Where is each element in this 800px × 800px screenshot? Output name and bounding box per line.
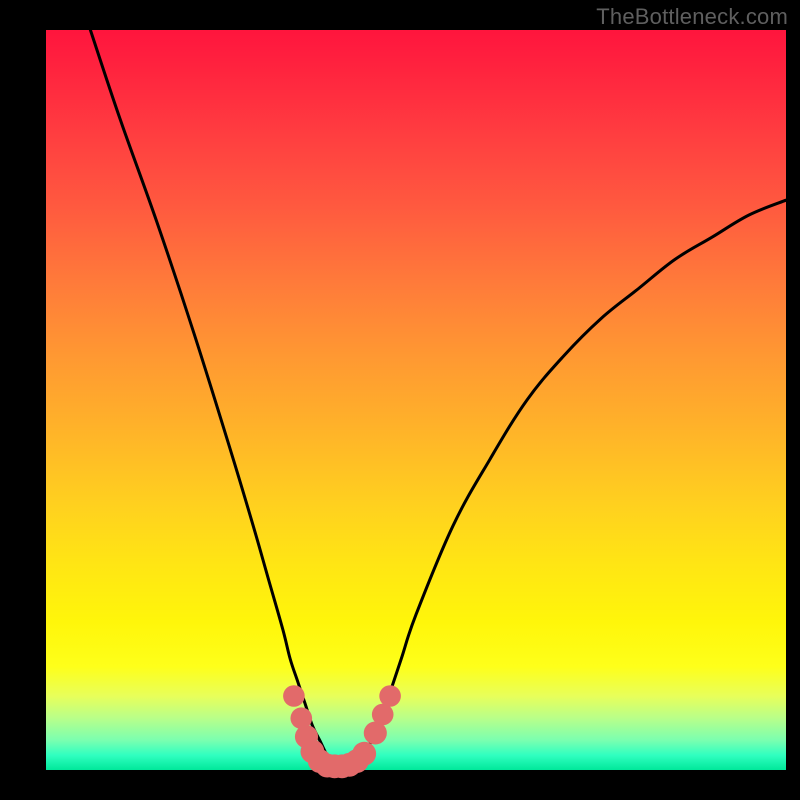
- chart-svg: [46, 30, 786, 770]
- watermark-text: TheBottleneck.com: [596, 4, 788, 30]
- outer-frame: TheBottleneck.com: [0, 0, 800, 800]
- plot-area: [46, 30, 786, 770]
- marker-dot: [379, 685, 401, 707]
- curve-markers: [283, 685, 401, 778]
- bottleneck-curve: [90, 30, 786, 767]
- marker-dot: [372, 704, 394, 726]
- marker-dot: [352, 742, 376, 766]
- marker-dot: [283, 685, 305, 707]
